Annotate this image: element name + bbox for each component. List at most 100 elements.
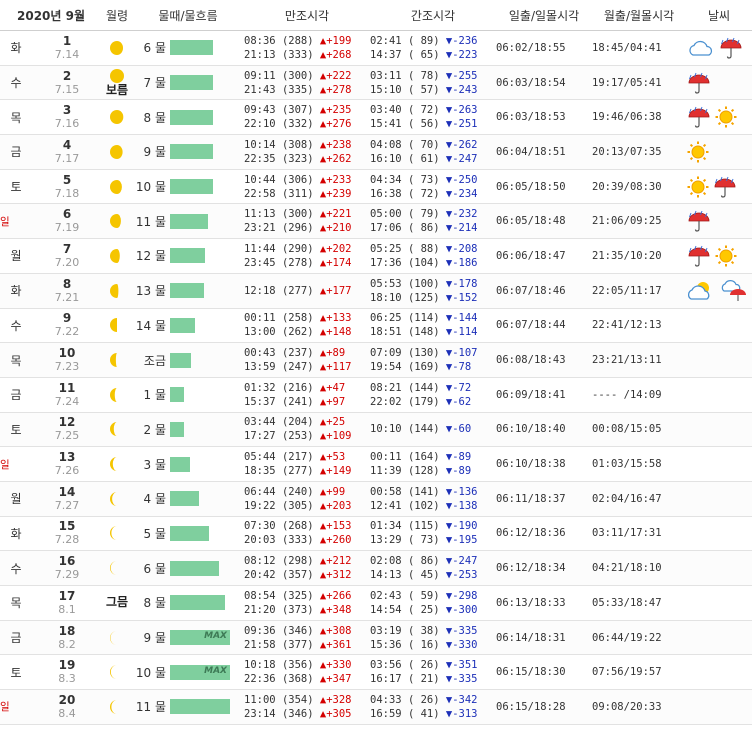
tide-time: 23:21 xyxy=(244,222,276,235)
umbrella-rain-icon xyxy=(688,211,710,232)
weather-cell xyxy=(686,99,752,136)
low-tide-cell: 02:41 ( 89) ▼-236 14:37 ( 65) ▼-223 xyxy=(370,30,497,66)
tide-time: 10:18 xyxy=(244,659,276,672)
tide-difference: +222 xyxy=(326,69,352,82)
tide-height: ( 70) xyxy=(407,138,440,151)
tide-height: (332) xyxy=(281,118,314,131)
high-tide-entry: 05:44 (217) ▲+53 xyxy=(244,450,370,464)
weather-cell xyxy=(686,377,752,413)
high-tide-cell: 10:44 (306) ▲+233 22:58 (311) ▲+239 xyxy=(244,169,371,205)
low-tide-cell: 05:00 ( 79) ▼-232 17:06 ( 86) ▼-214 xyxy=(370,203,497,240)
tide-flow-bar xyxy=(170,699,231,715)
tide-flow-bar xyxy=(170,491,200,507)
low-tide-cell: 08:21 (144) ▼-72 22:02 (179) ▼-62 xyxy=(370,377,497,413)
sun-cloud-icon xyxy=(687,281,710,300)
low-tide-entry: 15:41 ( 56) ▼-251 xyxy=(370,117,496,131)
low-tide-entry: 04:34 ( 73) ▼-250 xyxy=(370,173,496,187)
tide-height: (300) xyxy=(281,69,314,82)
tide-flow-cell: 조금 xyxy=(132,342,245,378)
sunrise-sunset-cell: 06:13/18:33 xyxy=(496,585,593,621)
tide-time: 10:14 xyxy=(244,138,276,151)
tide-flow-bar xyxy=(170,387,185,403)
tide-height: (144) xyxy=(407,381,440,394)
tide-time: 08:54 xyxy=(244,589,276,602)
moon-phase-icon xyxy=(110,40,124,55)
low-tide-entry: 03:19 ( 38) ▼-335 xyxy=(370,624,496,638)
sunrise-sunset-cell: 06:06/18:47 xyxy=(496,238,593,274)
tide-time: 02:41 xyxy=(370,34,402,47)
tide-time: 21:58 xyxy=(244,638,276,651)
tide-label: 6 물 xyxy=(143,561,167,576)
high-tide-entry: 08:36 (288) ▲+199 xyxy=(244,34,370,48)
tide-height: (277) xyxy=(281,284,314,297)
tide-difference: +99 xyxy=(326,485,346,498)
high-tide-entry: 09:43 (307) ▲+235 xyxy=(244,103,370,117)
high-tide-entry: 00:43 (237) ▲+89 xyxy=(244,346,370,360)
weather-cell xyxy=(686,446,752,482)
tide-height: ( 65) xyxy=(407,48,440,61)
tide-time: 18:51 xyxy=(370,326,402,339)
tide-time: 14:13 xyxy=(370,569,402,582)
table-body: 화 1 7.14 6 물 08:36 (288) ▲+199 21:13 (333) ▲+… xyxy=(0,30,752,725)
tide-difference: -243 xyxy=(452,83,478,96)
low-tide-entry: 16:38 ( 72) ▼-234 xyxy=(370,187,496,201)
moon-phase-cell xyxy=(102,99,133,136)
tide-time: 21:13 xyxy=(244,48,276,61)
tide-difference: +312 xyxy=(326,569,352,582)
low-tide-entry: 18:10 (125) ▼-152 xyxy=(370,291,496,305)
tide-height: (278) xyxy=(281,256,314,269)
tide-time: 01:34 xyxy=(370,520,402,533)
tide-time: 06:25 xyxy=(370,312,402,325)
tide-time: 20:42 xyxy=(244,569,276,582)
tide-height: ( 73) xyxy=(407,534,440,547)
tide-height: (307) xyxy=(281,104,314,117)
lunar-date: 7.21 xyxy=(54,290,80,304)
high-tide-cell: 08:36 (288) ▲+199 21:13 (333) ▲+268 xyxy=(244,30,371,66)
tide-difference: -262 xyxy=(452,138,478,151)
tide-height: (240) xyxy=(281,485,314,498)
sunrise-sunset-cell: 06:07/18:46 xyxy=(496,273,593,309)
tide-height: (354) xyxy=(281,693,314,706)
moonrise-moonset-cell: 22:41/12:13 xyxy=(592,308,687,344)
date-cell: 13 7.26 xyxy=(32,446,103,482)
tide-flow-cell: 7 물 xyxy=(132,65,245,101)
tide-time: 09:36 xyxy=(244,624,276,637)
moonrise-moonset-cell: 20:39/08:30 xyxy=(592,169,687,205)
tide-flow-bar xyxy=(170,75,214,91)
tide-difference: -107 xyxy=(452,347,478,360)
tide-time: 04:34 xyxy=(370,173,402,186)
tide-difference: -342 xyxy=(452,693,478,706)
weekday-cell: 화 xyxy=(0,30,32,66)
solar-day: 2 xyxy=(62,68,72,83)
high-tide-cell: 00:43 (237) ▲+89 13:59 (247) ▲+117 xyxy=(244,342,371,378)
date-cell: 11 7.24 xyxy=(32,377,103,413)
tide-difference: +305 xyxy=(326,707,352,720)
lunar-date: 8.2 xyxy=(58,637,76,651)
tide-time: 19:54 xyxy=(370,361,402,374)
tide-difference: +149 xyxy=(326,465,352,478)
moon-phase-icon xyxy=(110,422,118,437)
solar-day: 4 xyxy=(62,137,72,152)
tide-flow-cell: 13 물 xyxy=(132,273,245,309)
tide-time: 03:40 xyxy=(370,104,402,117)
tide-height: (323) xyxy=(281,152,314,165)
high-tide-entry: 23:45 (278) ▲+174 xyxy=(244,256,370,270)
tide-difference: +330 xyxy=(326,659,352,672)
lunar-date: 7.15 xyxy=(54,82,80,96)
lunar-date: 8.1 xyxy=(58,602,76,616)
tide-height: (368) xyxy=(281,673,314,686)
weekday-cell: 월 xyxy=(0,238,32,274)
tide-time: 21:20 xyxy=(244,603,276,616)
high-tide-entry: 23:14 (346) ▲+305 xyxy=(244,707,370,721)
moon-phase-icon xyxy=(110,69,125,84)
tide-flow-cell: 6 물 xyxy=(132,550,245,586)
tide-time: 17:27 xyxy=(244,430,276,443)
moonrise-moonset-cell: 05:33/18:47 xyxy=(592,585,687,621)
tide-flow-bar xyxy=(170,109,214,125)
sunrise-sunset-cell: 06:04/18:51 xyxy=(496,134,593,170)
tide-label: 4 물 xyxy=(143,492,167,507)
umbrella-rain-icon xyxy=(714,176,736,198)
tide-time: 16:10 xyxy=(370,152,402,165)
tide-difference: -232 xyxy=(452,208,478,221)
tide-height: ( 26) xyxy=(407,659,440,672)
